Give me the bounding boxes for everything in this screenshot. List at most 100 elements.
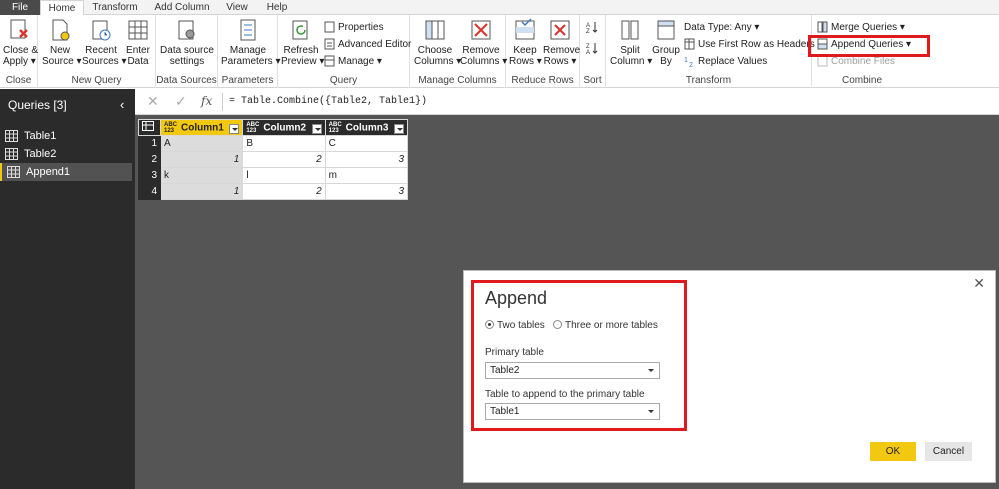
remove-rows-button[interactable]: Remove Rows ▾ (543, 18, 580, 67)
manage-parameters-icon (240, 19, 256, 41)
query-item-table2[interactable]: Table2 (0, 145, 132, 163)
tab-transform[interactable]: Transform (86, 0, 144, 15)
query-item-table1[interactable]: Table1 (0, 127, 132, 145)
enter-data-icon (128, 20, 148, 40)
table-cell[interactable]: 3 (324, 151, 409, 168)
fx-icon[interactable]: fx (201, 94, 212, 108)
choose-columns-button[interactable]: Choose Columns ▾ (414, 18, 461, 67)
combine-files-button[interactable]: Combine Files (817, 55, 895, 69)
close-apply-button[interactable]: Close & Apply ▾ (3, 18, 38, 67)
row-number[interactable]: 3 (138, 167, 161, 184)
cancel-button[interactable]: Cancel (925, 442, 972, 461)
enter-data-button[interactable]: Enter Data (124, 18, 152, 67)
cancel-formula-icon[interactable]: ✕ (147, 93, 159, 110)
table-cell[interactable]: 1 (159, 151, 244, 168)
data-source-settings-button[interactable]: Data source settings (160, 18, 214, 67)
tab-view[interactable]: View (220, 0, 254, 15)
table-icon (5, 148, 18, 160)
close-apply-icon (10, 19, 28, 39)
properties-button[interactable]: Properties (324, 21, 384, 35)
data-grid: ABC 123 Column1 ABC 123 Column2 ABC 123 Column… (138, 119, 409, 200)
table-row: 3 k l m (138, 167, 409, 184)
table-cell[interactable]: 3 (324, 183, 409, 200)
table-cell[interactable]: 2 (242, 183, 326, 200)
table-cell[interactable]: B (242, 135, 326, 152)
group-by-icon (657, 20, 675, 40)
column-header-2[interactable]: ABC 123 Column2 (242, 119, 326, 136)
replace-values-button[interactable]: 1 2 Replace Values (684, 55, 767, 69)
append-dialog-highlight (471, 280, 687, 431)
first-row-headers-icon (684, 38, 695, 50)
split-column-button[interactable]: Split Column ▾ (610, 18, 652, 67)
manage-icon (324, 55, 335, 67)
use-first-row-headers-button[interactable]: Use First Row as Headers ▾ (684, 38, 823, 52)
transform-group-label: Transform (685, 75, 732, 86)
query-group-label: Query (329, 75, 358, 86)
table-cell[interactable]: 2 (242, 151, 326, 168)
ok-button[interactable]: OK (870, 442, 916, 461)
choose-columns-icon (425, 20, 445, 40)
new-source-button[interactable]: New Source ▾ (42, 18, 81, 67)
formula-divider (222, 93, 223, 111)
merge-queries-button[interactable]: Merge Queries ▾ (817, 21, 905, 35)
parameters-group: Manage Parameters ▾ Parameters (218, 15, 280, 88)
svg-text:A: A (586, 50, 590, 55)
formula-text[interactable]: = Table.Combine({Table2, Table1}) (229, 96, 427, 107)
queries-header: Queries [3] (8, 98, 67, 112)
group-by-button[interactable]: Group By (652, 18, 680, 67)
queries-pane: Queries [3] ‹ Table1 Table2 Append1 (0, 89, 135, 489)
advanced-editor-button[interactable]: Advanced Editor (324, 38, 411, 52)
sort-ascending-button[interactable]: AZ (586, 20, 601, 35)
filter-dropdown-icon[interactable] (311, 123, 322, 134)
table-cell[interactable]: C (324, 135, 409, 152)
table-icon (7, 166, 20, 178)
refresh-icon (292, 20, 308, 40)
recent-sources-button[interactable]: Recent Sources ▾ (82, 18, 126, 67)
type-badge: ABC 123 (328, 121, 342, 134)
data-source-settings-icon (178, 20, 195, 40)
refresh-preview-button[interactable]: Refresh Preview ▾ (281, 18, 324, 67)
new-source-icon (52, 19, 70, 41)
formula-bar: ✕ ✓ fx = Table.Combine({Table2, Table1}) (135, 89, 999, 115)
tab-add-column[interactable]: Add Column (148, 0, 216, 15)
properties-icon (324, 21, 335, 33)
tab-help[interactable]: Help (260, 0, 294, 15)
manage-button[interactable]: Manage ▾ (324, 55, 382, 69)
transform-group: Split Column ▾ Group By Data Type: Any ▾ U… (606, 15, 823, 88)
query-item-append1[interactable]: Append1 (0, 163, 132, 181)
filter-dropdown-icon[interactable] (229, 123, 240, 134)
column-header-1[interactable]: ABC 123 Column1 (159, 119, 244, 136)
sort-ascending-icon: AZ (586, 22, 598, 35)
table-cell[interactable]: m (324, 167, 409, 184)
manage-columns-group: Choose Columns ▾ Remove Columns ▾ Manage C… (410, 15, 507, 88)
tab-file[interactable]: File (0, 0, 40, 15)
manage-parameters-button[interactable]: Manage Parameters ▾ (221, 18, 280, 67)
table-menu-glyph (142, 121, 154, 131)
sort-descending-icon: ZA (586, 43, 598, 56)
row-number[interactable]: 4 (138, 183, 161, 200)
table-cell[interactable]: k (159, 167, 244, 184)
table-cell[interactable]: l (242, 167, 326, 184)
parameters-group-label: Parameters (221, 75, 274, 86)
table-menu-icon[interactable] (138, 119, 161, 136)
sort-descending-button[interactable]: ZA (586, 41, 601, 56)
close-icon[interactable]: ✕ (973, 275, 985, 292)
remove-rows-icon (550, 20, 570, 40)
table-cell[interactable]: A (159, 135, 244, 152)
manage-columns-group-label: Manage Columns (418, 75, 497, 86)
table-row: 4 1 2 3 (138, 183, 409, 200)
collapse-pane-icon[interactable]: ‹ (120, 97, 124, 112)
close-group: Close & Apply ▾ Close (0, 15, 38, 88)
filter-dropdown-icon[interactable] (394, 123, 404, 134)
reduce-rows-group: Keep Rows ▾ Remove Rows ▾ Reduce Rows (506, 15, 580, 88)
query-group: Refresh Preview ▾ Properties Advanced Edi… (278, 15, 411, 88)
remove-columns-button[interactable]: Remove Columns ▾ (460, 18, 507, 67)
keep-rows-button[interactable]: Keep Rows ▾ (509, 18, 542, 67)
tab-home[interactable]: Home (40, 0, 84, 16)
data-type-dropdown[interactable]: Data Type: Any ▾ (684, 21, 759, 35)
column-header-3[interactable]: ABC 123 Column3 (324, 119, 409, 136)
row-number[interactable]: 2 (138, 151, 161, 168)
confirm-formula-icon[interactable]: ✓ (175, 93, 187, 110)
row-number[interactable]: 1 (138, 135, 161, 152)
table-cell[interactable]: 1 (159, 183, 244, 200)
